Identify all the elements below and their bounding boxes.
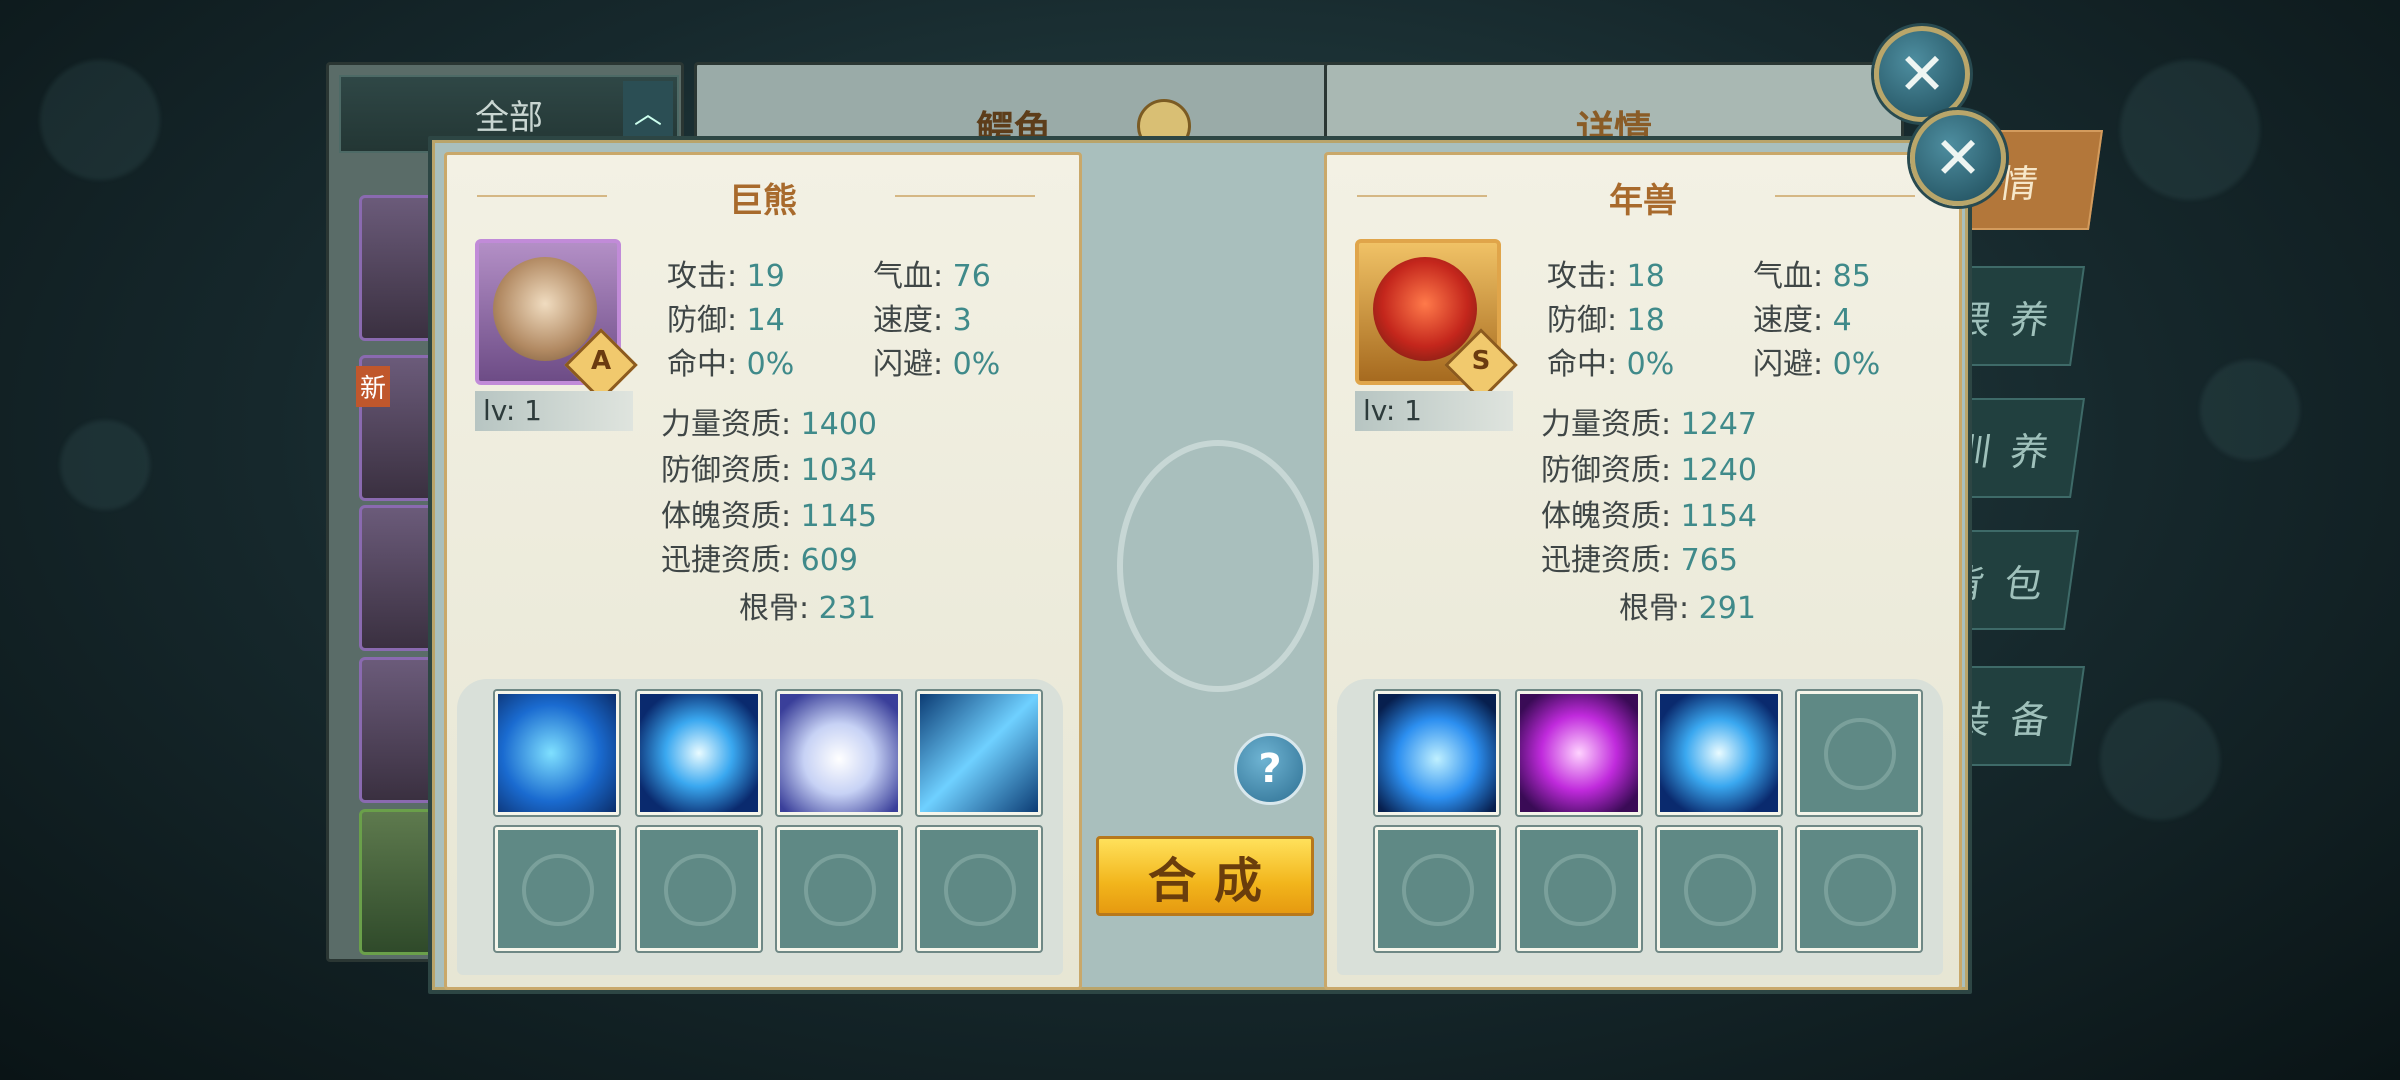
stat-hp: 气血: 76 — [873, 259, 991, 294]
empty-skill-slot[interactable] — [917, 827, 1041, 951]
white-orb-skill-icon[interactable] — [777, 691, 901, 815]
empty-skill-slot[interactable] — [1657, 827, 1781, 951]
bokeh-light — [2200, 360, 2300, 460]
aptitude-strength: 力量资质: 1247 — [1541, 407, 1758, 442]
aptitude-strength: 力量资质: 1400 — [661, 407, 878, 442]
synthesize-button[interactable]: 合成 — [1096, 836, 1314, 916]
stat-defense: 防御: 14 — [667, 303, 785, 338]
pet-name: 年兽 — [1609, 181, 1677, 221]
empty-skill-slot[interactable] — [637, 827, 761, 951]
stat-defense: 防御: 18 — [1547, 303, 1665, 338]
bokeh-light — [60, 420, 150, 510]
pet-name: 巨熊 — [729, 181, 797, 221]
pet-avatar[interactable]: S — [1355, 239, 1518, 402]
dragon-emblem-icon — [1117, 440, 1319, 692]
blue-heart-skill-icon[interactable] — [1375, 691, 1499, 815]
blue-beast-skill-icon[interactable] — [495, 691, 619, 815]
stat-hit: 命中: 0% — [1547, 347, 1675, 382]
close-icon: ✕ — [1897, 40, 1947, 108]
purple-slash-skill-icon[interactable] — [1517, 691, 1641, 815]
new-badge: 新 — [356, 366, 391, 407]
filter-label: 全部 — [475, 97, 543, 138]
pet-level: lv: 1 — [475, 391, 633, 431]
empty-skill-slot[interactable] — [777, 827, 901, 951]
aptitude-body: 体魄资质: 1154 — [1541, 499, 1758, 534]
stat-speed: 速度: 4 — [1753, 303, 1852, 338]
bokeh-light — [2120, 60, 2260, 200]
question-icon: ? — [1258, 746, 1282, 792]
left-pet-card: 巨熊 A lv: 1 攻击: 19 气血: 76 防御: 14 速度: 3 命中… — [444, 152, 1082, 990]
aptitude-body: 体魄资质: 1145 — [661, 499, 878, 534]
help-button[interactable]: ? — [1234, 733, 1306, 805]
right-pet-card: 年兽 S lv: 1 攻击: 18 气血: 85 防御: 18 速度: 4 命中… — [1324, 152, 1962, 990]
skill-grid — [1337, 679, 1943, 975]
stat-hit: 命中: 0% — [667, 347, 795, 382]
blue-vortex-skill-icon[interactable] — [637, 691, 761, 815]
empty-skill-slot[interactable] — [1797, 691, 1921, 815]
aptitude-agility: 迅捷资质: 765 — [1541, 543, 1738, 578]
bokeh-light — [40, 60, 160, 180]
close-icon: ✕ — [1933, 124, 1983, 192]
pet-avatar[interactable]: A — [475, 239, 638, 402]
aptitude-root: 根骨: 231 — [739, 591, 876, 626]
close-background-button[interactable]: ✕ — [1874, 26, 1970, 122]
aptitude-defense: 防御资质: 1240 — [1541, 453, 1758, 488]
stat-speed: 速度: 3 — [873, 303, 972, 338]
empty-skill-slot[interactable] — [1517, 827, 1641, 951]
stat-hp: 气血: 85 — [1753, 259, 1871, 294]
bokeh-light — [2100, 700, 2220, 820]
lightning-skill-icon[interactable] — [917, 691, 1041, 815]
stat-attack: 攻击: 19 — [667, 259, 785, 294]
close-modal-button[interactable]: ✕ — [1910, 110, 2006, 206]
empty-skill-slot[interactable] — [1797, 827, 1921, 951]
aptitude-root: 根骨: 291 — [1619, 591, 1756, 626]
skill-grid — [457, 679, 1063, 975]
blue-vortex-skill-icon[interactable] — [1657, 691, 1781, 815]
aptitude-agility: 迅捷资质: 609 — [661, 543, 858, 578]
pet-level: lv: 1 — [1355, 391, 1513, 431]
synthesis-modal: 巨熊 A lv: 1 攻击: 19 气血: 76 防御: 14 速度: 3 命中… — [428, 136, 1972, 994]
stat-dodge: 闪避: 0% — [1753, 347, 1881, 382]
aptitude-defense: 防御资质: 1034 — [661, 453, 878, 488]
empty-skill-slot[interactable] — [495, 827, 619, 951]
chevron-up-icon[interactable]: ︿ — [623, 81, 673, 143]
stat-attack: 攻击: 18 — [1547, 259, 1665, 294]
stat-dodge: 闪避: 0% — [873, 347, 1001, 382]
empty-skill-slot[interactable] — [1375, 827, 1499, 951]
